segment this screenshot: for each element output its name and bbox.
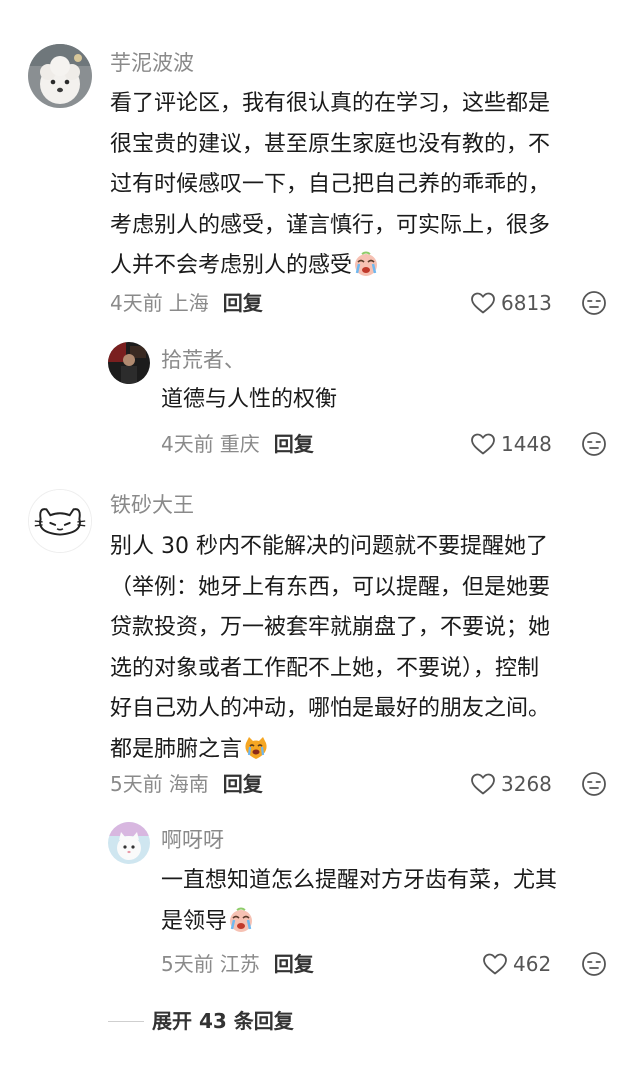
timestamp: 4天前: [161, 432, 214, 456]
heart-icon: [483, 953, 507, 975]
dislike-face-icon[interactable]: [581, 771, 607, 797]
comment-text: 看了评论区，我有很认真的在学习，这些都是 很宝贵的建议，甚至原生家庭也没有教的，…: [110, 84, 550, 287]
comment-text-line: 道德与人性的权衡: [161, 387, 338, 412]
username[interactable]: 啊呀呀: [161, 826, 224, 854]
like-count: 1448: [501, 432, 552, 456]
avatar[interactable]: [108, 822, 150, 864]
expand-replies-button[interactable]: 展开 43 条回复: [108, 1006, 294, 1036]
like-button[interactable]: 6813: [470, 287, 552, 319]
comment-text-segment: 都是肺腑之言: [110, 736, 243, 762]
avatar-cat-drawing-image: [29, 490, 91, 552]
comment-text-line: 别人 30 秒内不能解决的问题就不要提醒她了: [110, 534, 548, 559]
timestamp: 5天前: [161, 952, 214, 976]
avatar-dog-image: [28, 44, 92, 108]
dislike-face-icon[interactable]: [581, 290, 607, 316]
like-button[interactable]: 1448: [470, 428, 552, 460]
username[interactable]: 拾荒者、: [161, 346, 245, 374]
heart-icon: [471, 292, 495, 314]
avatar[interactable]: [28, 489, 92, 553]
comment-text-line: 选的对象或者工作配不上她，不要说），控制: [110, 655, 540, 681]
dislike-face-icon[interactable]: [581, 951, 607, 977]
comment-meta: 4天前 重庆 回复: [161, 428, 314, 460]
comment-text-line: 很宝贵的建议，甚至原生家庭也没有教的，不: [110, 131, 551, 157]
comment-text-line: 好自己劝人的冲动，哪怕是最好的朋友之间。: [110, 696, 551, 721]
avatar-cat-image: [108, 822, 150, 864]
comment-text-segment: 人并不会考虑别人的感受: [110, 253, 353, 278]
reply-button[interactable]: 回复: [223, 291, 263, 315]
comment-text-line: 都是肺腑之言: [110, 730, 550, 771]
comment-text-line: 贷款投资，万一被套牢就崩盘了，不要说；她: [110, 615, 551, 640]
avatar[interactable]: [28, 44, 92, 108]
location: 海南: [168, 772, 209, 796]
comment-text: 别人 30 秒内不能解决的问题就不要提醒她了 （举例：她牙上有东西，可以提醒，但…: [110, 527, 550, 770]
comment-text-line: 是领导: [161, 902, 557, 943]
expand-replies-label: 展开 43 条回复: [152, 1009, 294, 1033]
like-button[interactable]: 462: [482, 948, 551, 980]
comment-text-line: （举例：她牙上有东西，可以提醒，但是她要: [110, 574, 551, 600]
location: 江苏: [219, 952, 260, 976]
location: 上海: [168, 291, 209, 315]
comment-text-line: 人并不会考虑别人的感受: [110, 246, 550, 287]
comment-text: 道德与人性的权衡: [161, 380, 337, 421]
comment-text: 一直想知道怎么提醒对方牙齿有菜，尤其 是领导: [161, 861, 557, 942]
heart-icon: [471, 773, 495, 795]
username[interactable]: 铁砂大王: [110, 491, 194, 519]
avatar-person-image: [108, 342, 150, 384]
crying-face-emoji: [355, 251, 378, 276]
reply-button[interactable]: 回复: [223, 772, 263, 796]
reply-button[interactable]: 回复: [274, 952, 314, 976]
location: 重庆: [219, 432, 260, 456]
like-count: 3268: [501, 772, 552, 796]
divider: [108, 1020, 144, 1022]
comment-text-segment: 是领导: [161, 908, 228, 934]
comment-meta: 5天前 江苏 回复: [161, 948, 314, 980]
username[interactable]: 芋泥波波: [110, 49, 194, 77]
like-count: 6813: [501, 291, 552, 315]
like-button[interactable]: 3268: [470, 768, 552, 800]
comment-text-line: 一直想知道怎么提醒对方牙齿有菜，尤其: [161, 868, 558, 893]
comment-text-line: 考虑别人的感受，谨言慎行，可实际上，很多: [110, 212, 551, 238]
dislike-face-icon[interactable]: [581, 431, 607, 457]
comment-meta: 5天前 海南 回复: [110, 768, 263, 800]
heart-icon: [471, 433, 495, 455]
comment-meta: 4天前 上海 回复: [110, 287, 263, 319]
crying-face-emoji: [230, 907, 253, 932]
crying-cat-emoji: [245, 736, 267, 759]
comment-text-line: 看了评论区，我有很认真的在学习，这些都是: [110, 91, 551, 116]
avatar[interactable]: [108, 342, 150, 384]
timestamp: 4天前: [110, 291, 163, 315]
reply-button[interactable]: 回复: [274, 432, 314, 456]
timestamp: 5天前: [110, 772, 163, 796]
comment-text-line: 过有时候感叹一下，自己把自己养的乖乖的，: [110, 172, 551, 197]
like-count: 462: [513, 952, 552, 976]
